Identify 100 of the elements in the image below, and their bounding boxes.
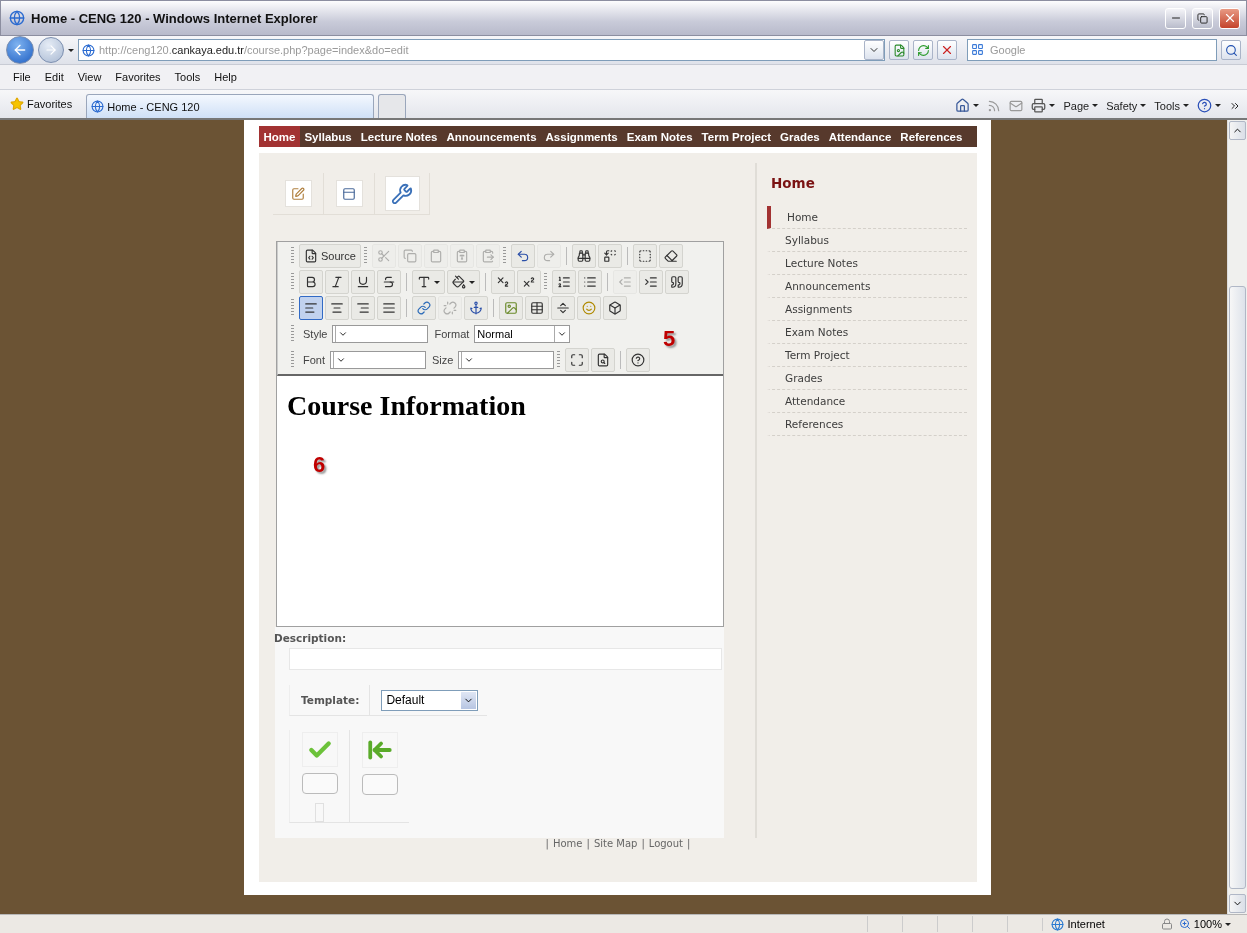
nav-link[interactable]: Exam Notes: [622, 126, 698, 147]
forward-button[interactable]: [38, 37, 64, 63]
stop-icon: [940, 43, 954, 57]
combo-label: Style: [303, 328, 328, 340]
search-button[interactable]: [1221, 40, 1241, 60]
source-icon: [304, 249, 318, 263]
sidebar-item[interactable]: Lecture Notes: [767, 252, 967, 275]
tools-icon[interactable]: [384, 176, 420, 211]
description-field[interactable]: [289, 648, 722, 670]
separator-text: |: [641, 838, 645, 849]
nav-link[interactable]: Attendance: [824, 126, 896, 147]
nav-link[interactable]: Term Project: [697, 126, 776, 147]
command-menu[interactable]: Page: [1063, 99, 1099, 112]
globe-icon: [1050, 917, 1064, 931]
combo-field[interactable]: Normal: [474, 325, 571, 343]
menu-item[interactable]: Tools: [167, 71, 208, 83]
help-icon: [631, 353, 646, 367]
nav-link[interactable]: Lecture Notes: [356, 126, 442, 147]
combo-field[interactable]: [458, 351, 555, 369]
scroll-down-button[interactable]: [1229, 894, 1246, 913]
sidebar-item[interactable]: Exam Notes: [767, 321, 967, 344]
compatibility-button[interactable]: [889, 40, 909, 60]
edit-page-icon[interactable]: [284, 180, 312, 207]
footer-link[interactable]: Logout: [648, 838, 683, 849]
printer-icon: [1031, 98, 1047, 113]
minimize-button[interactable]: [1165, 7, 1186, 29]
template-select[interactable]: Default: [381, 689, 479, 711]
background-color-icon: [452, 275, 466, 289]
superscript-icon: [522, 275, 536, 289]
help-button[interactable]: [1197, 98, 1221, 113]
sidebar-item[interactable]: Attendance: [767, 390, 967, 413]
separator-text: |: [687, 838, 691, 849]
align-right-icon: [356, 301, 370, 315]
refresh-button[interactable]: [913, 40, 933, 60]
nav-link[interactable]: Assignments: [541, 126, 623, 147]
unlink-icon: [443, 301, 457, 315]
paste-word-icon: [480, 249, 495, 263]
menu-item[interactable]: View: [70, 71, 109, 83]
address-field[interactable]: http://ceng120.cankaya.edu.tr/course.php?page=index&do=edit: [78, 39, 885, 61]
caret-icon: [1140, 104, 1147, 107]
nav-link[interactable]: Syllabus: [299, 126, 357, 147]
content-heading: Course Information: [287, 390, 527, 422]
window-icon[interactable]: [335, 180, 363, 207]
address-dropdown-button[interactable]: [864, 40, 884, 60]
menu-item[interactable]: Edit: [37, 71, 71, 83]
home-button[interactable]: [955, 98, 980, 113]
link-icon: [417, 301, 431, 315]
close-button[interactable]: [1219, 7, 1240, 29]
nav-link[interactable]: References: [895, 126, 967, 147]
combo-field[interactable]: [332, 325, 429, 343]
caret-icon: [1049, 104, 1056, 107]
scroll-up-button[interactable]: [1229, 121, 1246, 140]
separator-text: |: [586, 838, 590, 849]
menu-item[interactable]: Help: [207, 71, 244, 83]
scroll-thumb[interactable]: [1229, 286, 1246, 889]
combo-field[interactable]: [330, 351, 426, 369]
checkmark-icon[interactable]: [301, 732, 338, 767]
command-menu[interactable]: Tools: [1154, 99, 1189, 112]
feeds-icon[interactable]: [987, 98, 1002, 113]
align-center-icon: [330, 301, 344, 315]
zoom-icon: [1178, 918, 1191, 930]
print-button[interactable]: [1031, 98, 1056, 113]
toolbar-button[interactable]: [299, 296, 323, 320]
sidebar-item[interactable]: Announcements: [767, 275, 967, 298]
bold-icon: [304, 275, 318, 289]
zoom-button[interactable]: 100%: [1178, 918, 1231, 930]
indent-icon: [644, 275, 658, 289]
sidebar-item[interactable]: Grades: [767, 367, 967, 390]
refresh-icon: [916, 43, 930, 57]
preview-icon: [596, 353, 611, 367]
nav-link[interactable]: Announcements: [441, 126, 542, 147]
toolbar-button[interactable]: Source: [299, 244, 361, 268]
footer-link[interactable]: Site Map: [593, 838, 638, 849]
footer-link[interactable]: Home: [553, 838, 583, 849]
redo-icon: [541, 249, 556, 263]
restore-button[interactable]: [1192, 7, 1213, 29]
sidebar-item[interactable]: Home: [767, 206, 967, 229]
mail-icon[interactable]: [1009, 98, 1024, 113]
sidebar-item[interactable]: Term Project: [767, 344, 967, 367]
separator-text: |: [545, 838, 549, 849]
nav-link[interactable]: Home: [259, 126, 300, 147]
help-icon: [1197, 98, 1212, 113]
back-button[interactable]: [6, 36, 34, 64]
browser-tab[interactable]: Home - CENG 120: [86, 94, 375, 118]
menu-item[interactable]: Favorites: [108, 71, 168, 83]
sidebar-item[interactable]: References: [767, 413, 967, 436]
stop-button[interactable]: [937, 40, 957, 60]
horizontal-rule-icon: [556, 301, 570, 315]
command-menu[interactable]: Safety: [1106, 99, 1147, 112]
search-field[interactable]: Google: [967, 39, 1217, 61]
menu-item[interactable]: File: [6, 71, 38, 83]
favorites-button[interactable]: Favorites: [6, 97, 83, 118]
strikethrough-icon: [382, 275, 396, 289]
nav-link[interactable]: Grades: [775, 126, 825, 147]
subscript-icon: [496, 275, 510, 289]
protected-mode-icon[interactable]: [1160, 918, 1173, 930]
paste-text-icon: [454, 249, 469, 263]
sidebar-item[interactable]: Assignments: [767, 298, 967, 321]
sidebar-item[interactable]: Syllabus: [767, 229, 967, 252]
underline-icon: [356, 275, 370, 289]
